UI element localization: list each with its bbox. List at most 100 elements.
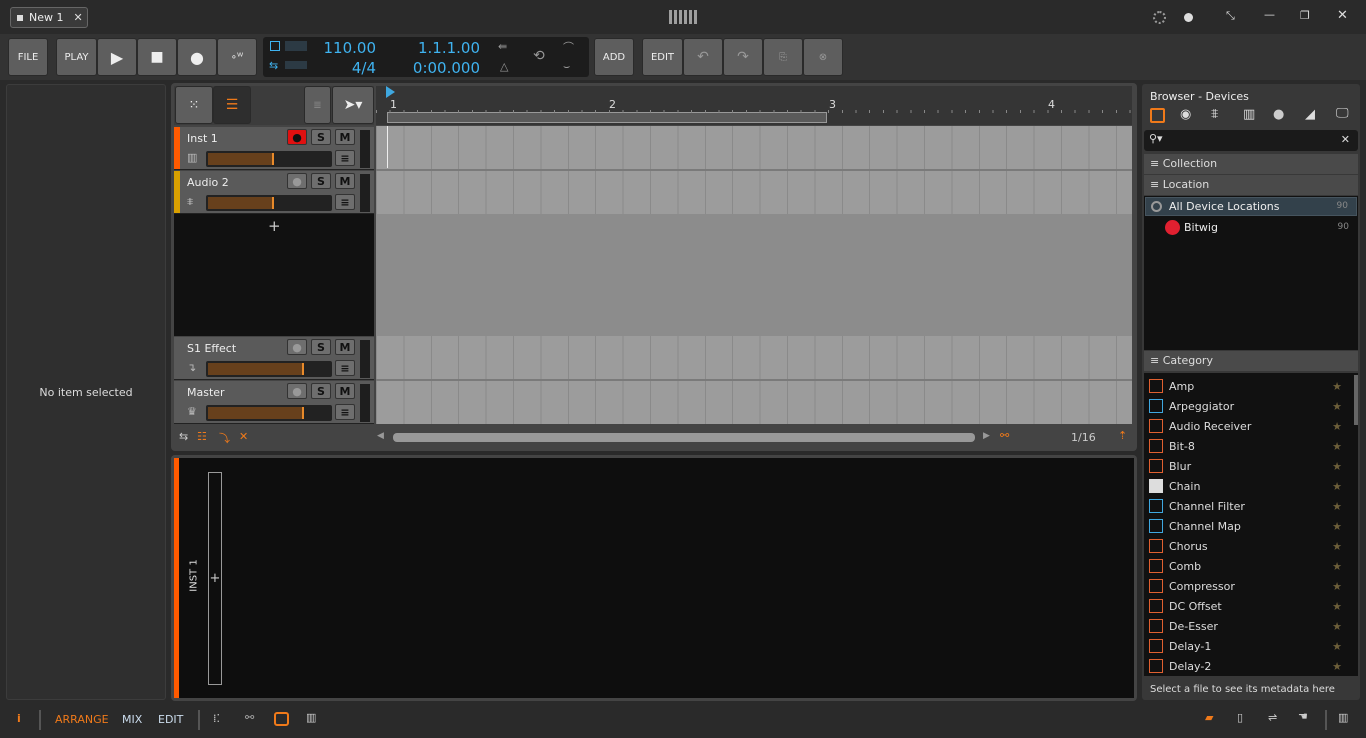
volume-fader[interactable] — [206, 195, 332, 211]
favorite-star-icon[interactable]: ★ — [1332, 520, 1342, 533]
loop-icon[interactable]: ⟲ — [533, 48, 545, 64]
device-panel-toggle-icon[interactable] — [274, 712, 289, 726]
track-header[interactable]: S1 Effect ● S M ↴ ≡ — [174, 337, 374, 380]
solo-button[interactable]: S — [311, 383, 331, 399]
beat-position-display[interactable]: 1.1.1.00 — [384, 39, 480, 57]
category-item[interactable]: Chain ★ — [1146, 476, 1356, 496]
punch-out-icon[interactable]: ⌣ — [563, 60, 570, 74]
record-arm-button[interactable]: ● — [287, 339, 307, 355]
playhead-marker-icon[interactable] — [386, 86, 395, 98]
pointer-tool-button[interactable]: ➤▾ — [332, 86, 374, 124]
devices-tab-icon[interactable] — [1150, 108, 1165, 123]
fullscreen-icon[interactable]: ⤡ — [1226, 9, 1235, 23]
category-item[interactable]: DC Offset ★ — [1146, 596, 1356, 616]
add-track-button[interactable]: + — [268, 217, 281, 235]
hand-icon[interactable]: ☚ — [1298, 710, 1308, 723]
file-button[interactable]: FILE — [8, 38, 48, 76]
category-item[interactable]: Bit-8 ★ — [1146, 436, 1356, 456]
project-tab[interactable]: New 1 ✕ — [10, 7, 88, 28]
track-menu-button[interactable]: ≡ — [335, 194, 355, 210]
keyboard-icon[interactable]: ▥ — [1338, 711, 1348, 724]
disc-tab-icon[interactable]: ● — [1273, 107, 1284, 122]
collection-section[interactable]: ≡ Collection — [1144, 154, 1358, 174]
samples-tab-icon[interactable]: ⩨ — [1211, 107, 1218, 122]
time-position-display[interactable]: 0:00.000 — [384, 59, 480, 77]
record-button[interactable]: ● — [177, 38, 217, 76]
favorite-star-icon[interactable]: ★ — [1332, 640, 1342, 653]
track-name[interactable]: S1 Effect — [187, 342, 236, 355]
category-item[interactable]: Audio Receiver ★ — [1146, 416, 1356, 436]
location-item-all[interactable]: All Device Locations 90 — [1145, 197, 1357, 216]
automation-write-button[interactable]: ∘ᵂ — [217, 38, 257, 76]
favorite-star-icon[interactable]: ★ — [1332, 580, 1342, 593]
automation-icon[interactable]: ⁞⁚ — [213, 712, 220, 725]
record-arm-button[interactable]: ● — [287, 383, 307, 399]
arranger-toggle[interactable]: ☰ — [213, 86, 251, 124]
record-arm-button[interactable]: ● — [287, 129, 307, 145]
clear-search-icon[interactable]: ✕ — [1341, 133, 1350, 146]
device-chain-drop[interactable]: + — [208, 472, 222, 685]
category-item[interactable]: Comb ★ — [1146, 556, 1356, 576]
track-options-button[interactable]: ≣ — [304, 86, 331, 124]
swap-icon[interactable]: ⇆ — [179, 430, 188, 443]
mute-button[interactable]: M — [335, 173, 355, 189]
favorite-star-icon[interactable]: ★ — [1332, 460, 1342, 473]
layout-icon[interactable]: ☷ — [197, 430, 207, 443]
add-device-button[interactable]: + — [210, 571, 221, 586]
redo-button[interactable]: ↷ — [723, 38, 763, 76]
location-item-bitwig[interactable]: Bitwig 90 — [1145, 218, 1357, 237]
track-name[interactable]: Audio 2 — [187, 176, 229, 189]
track-header[interactable]: Master ● S M ♛ ≡ — [174, 381, 374, 424]
add-button[interactable]: ADD — [594, 38, 634, 76]
category-section[interactable]: ≡ Category — [1144, 351, 1358, 371]
favorite-star-icon[interactable]: ★ — [1332, 600, 1342, 613]
modulation-icon[interactable]: ⚯ — [245, 711, 254, 724]
favorite-star-icon[interactable]: ★ — [1332, 440, 1342, 453]
solo-button[interactable]: S — [311, 339, 331, 355]
location-section[interactable]: ≡ Location — [1144, 175, 1358, 195]
category-item[interactable]: Chorus ★ — [1146, 536, 1356, 556]
tempo-display[interactable]: 110.00 — [316, 39, 377, 57]
mixer-panel-toggle-icon[interactable]: ▥ — [306, 711, 316, 724]
clip-launcher-toggle[interactable]: ⁙ — [175, 86, 213, 124]
punch-in-icon[interactable]: ⌒ — [563, 39, 574, 55]
undo-button[interactable]: ↶ — [683, 38, 723, 76]
snap-icon[interactable]: ⇡ — [1118, 429, 1127, 442]
category-item[interactable]: Delay-1 ★ — [1146, 636, 1356, 656]
zoom-fit-icon[interactable]: ⚯ — [1000, 429, 1009, 442]
favorite-star-icon[interactable]: ★ — [1332, 400, 1342, 413]
category-item[interactable]: Arpeggiator ★ — [1146, 396, 1356, 416]
close-window-icon[interactable]: ✕ — [1337, 8, 1348, 23]
modulators-tab-icon[interactable]: ◢ — [1305, 107, 1315, 122]
scroll-right-icon[interactable]: ▶ — [983, 431, 990, 441]
computer-tab-icon[interactable]: 🖵 — [1336, 106, 1349, 121]
category-item[interactable]: Blur ★ — [1146, 456, 1356, 476]
favorite-star-icon[interactable]: ★ — [1332, 480, 1342, 493]
volume-fader[interactable] — [206, 361, 332, 377]
restore-icon[interactable]: ❐ — [1300, 9, 1310, 22]
favorite-star-icon[interactable]: ★ — [1332, 560, 1342, 573]
mute-button[interactable]: M — [335, 129, 355, 145]
loop-region[interactable] — [387, 112, 827, 123]
pre-roll-icon[interactable]: ⇚ — [498, 40, 507, 53]
minimize-icon[interactable]: — — [1264, 8, 1275, 21]
favorite-star-icon[interactable]: ★ — [1332, 620, 1342, 633]
arrange-view-tab[interactable]: ARRANGE — [55, 713, 109, 726]
track-name[interactable]: Inst 1 — [187, 132, 218, 145]
favorite-star-icon[interactable]: ★ — [1332, 660, 1342, 673]
category-item[interactable]: Compressor ★ — [1146, 576, 1356, 596]
solo-button[interactable]: S — [311, 173, 331, 189]
solo-button[interactable]: S — [311, 129, 331, 145]
project-folder-icon[interactable]: ▰ — [1205, 711, 1213, 724]
track-header[interactable]: Audio 2 ● S M ⩨ ≡ — [174, 171, 374, 214]
follow-icon[interactable]: ⤵ — [219, 430, 230, 446]
inspector-toggle-icon[interactable]: ⇌ — [1268, 711, 1277, 724]
category-item[interactable]: Channel Map ★ — [1146, 516, 1356, 536]
file-icon[interactable]: ▯ — [1237, 711, 1243, 724]
category-item[interactable]: De-Esser ★ — [1146, 616, 1356, 636]
favorite-star-icon[interactable]: ★ — [1332, 500, 1342, 513]
play-menu-button[interactable]: PLAY — [56, 38, 97, 76]
track-menu-button[interactable]: ≡ — [335, 404, 355, 420]
category-item[interactable]: Delay-2 ★ — [1146, 656, 1356, 676]
track-header[interactable]: Inst 1 ● S M ▥ ≡ — [174, 127, 374, 170]
